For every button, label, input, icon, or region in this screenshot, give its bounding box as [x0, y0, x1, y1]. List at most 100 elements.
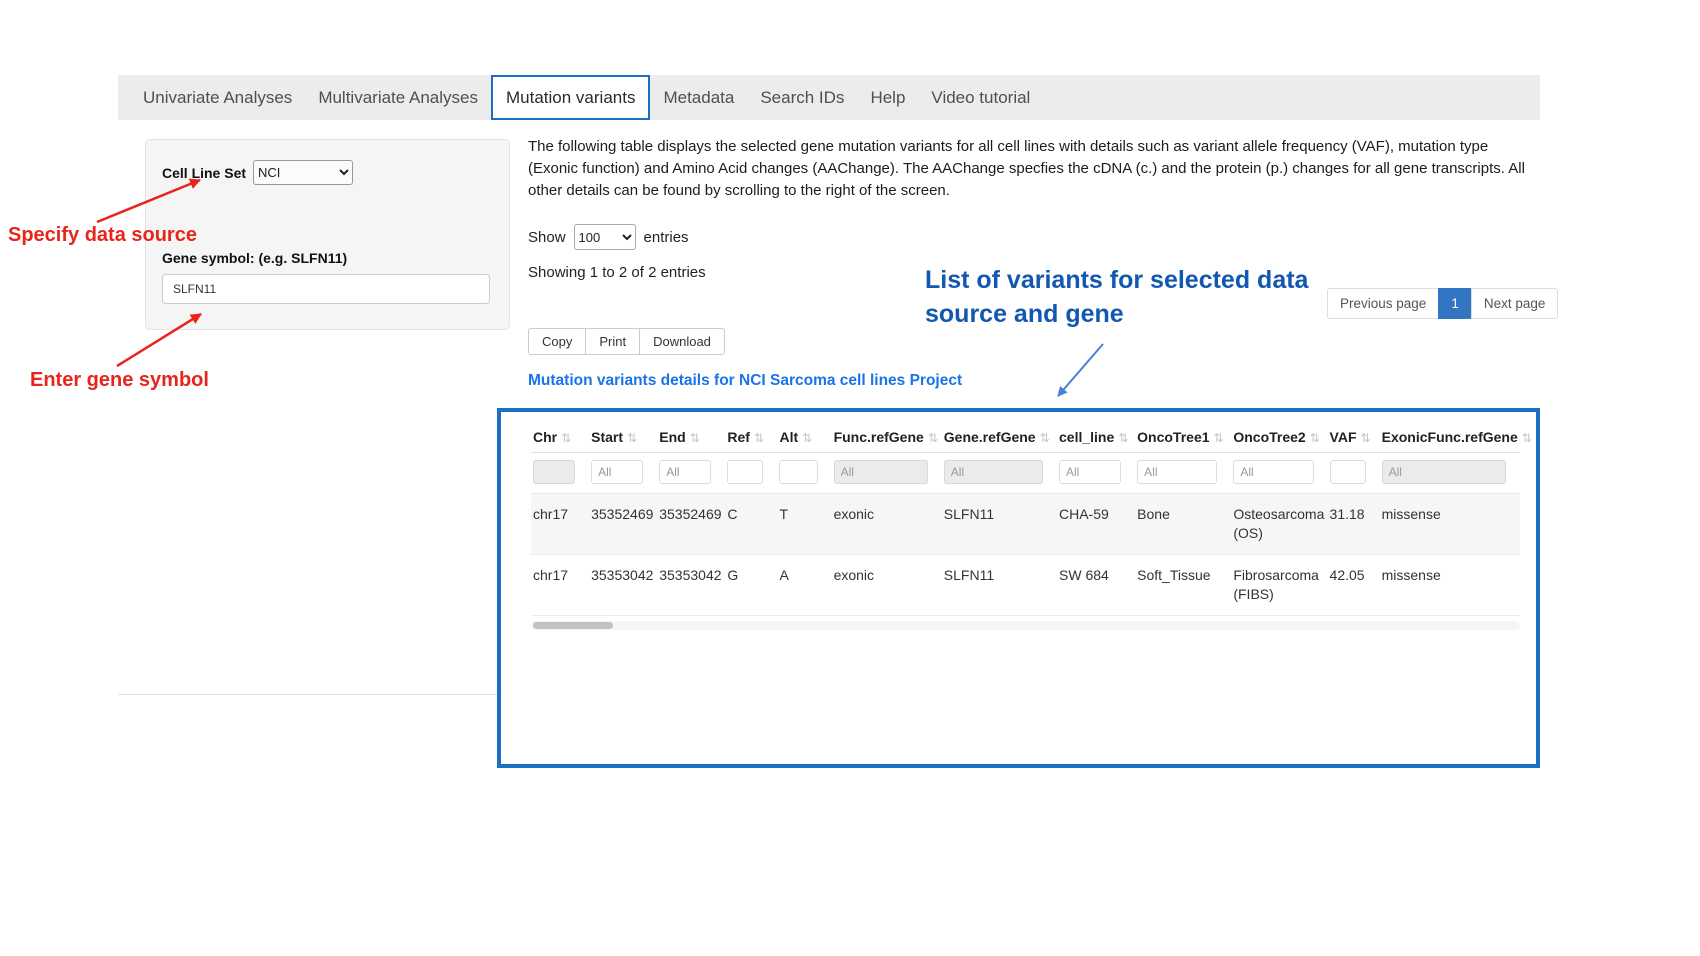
column-header-oncotree2[interactable]: OncoTree2 ⇅ — [1231, 422, 1327, 453]
page: Univariate AnalysesMultivariate Analyses… — [0, 0, 1700, 956]
column-header-alt[interactable]: Alt⇅ — [777, 422, 831, 453]
column-header-oncotree1[interactable]: OncoTree1⇅ — [1135, 422, 1231, 453]
filter-cell — [1057, 453, 1135, 494]
column-label: cell_line — [1059, 429, 1114, 445]
show-entries-control: Show 100 entries — [528, 224, 689, 250]
show-label: Show — [528, 229, 566, 246]
filter-end[interactable] — [659, 460, 711, 484]
column-header-start[interactable]: Start ⇅ — [589, 422, 657, 453]
column-header-end[interactable]: End ⇅ — [657, 422, 725, 453]
sort-icon[interactable]: ⇅ — [627, 431, 637, 445]
filter-start[interactable] — [591, 460, 643, 484]
filter-cell — [531, 453, 589, 494]
sort-icon[interactable]: ⇅ — [561, 431, 571, 445]
cell-line-set-label: Cell Line Set — [162, 165, 246, 181]
sort-icon[interactable]: ⇅ — [1522, 431, 1532, 445]
filter-func-refgene[interactable] — [834, 460, 928, 484]
filter-oncotree2[interactable] — [1233, 460, 1313, 484]
tab-univariate-analyses[interactable]: Univariate Analyses — [130, 75, 305, 120]
showing-info: Showing 1 to 2 of 2 entries — [528, 264, 706, 281]
horizontal-scrollbar[interactable] — [531, 621, 1520, 630]
cell-gene-refgene: SLFN11 — [942, 555, 1057, 616]
column-header-exonicfunc-refgene[interactable]: ExonicFunc.refGene⇅ — [1380, 422, 1520, 453]
cell-alt: T — [777, 494, 831, 555]
column-label: Start — [591, 429, 623, 445]
gene-symbol-input[interactable] — [162, 274, 490, 304]
column-label: Gene.refGene — [944, 429, 1036, 445]
sort-icon[interactable]: ⇅ — [802, 431, 812, 445]
sort-icon[interactable]: ⇅ — [1040, 431, 1050, 445]
cell-line-set-row: Cell Line Set NCI — [162, 160, 493, 185]
sort-icon[interactable]: ⇅ — [754, 431, 764, 445]
column-header-chr[interactable]: Chr ⇅ — [531, 422, 589, 453]
gene-symbol-label: Gene symbol: (e.g. SLFN11) — [162, 250, 493, 266]
sort-icon[interactable]: ⇅ — [1310, 431, 1320, 445]
column-header-cell-line[interactable]: cell_line ⇅ — [1057, 422, 1135, 453]
query-panel: Cell Line Set NCI Gene symbol: (e.g. SLF… — [145, 139, 510, 330]
column-label: OncoTree2 — [1233, 429, 1305, 445]
table-row: chr173535304235353042GAexonicSLFN11SW 68… — [531, 555, 1520, 616]
previous-page-button[interactable]: Previous page — [1327, 288, 1439, 319]
cell-start: 35353042 — [589, 555, 657, 616]
tab-metadata[interactable]: Metadata — [650, 75, 747, 120]
copy-button[interactable]: Copy — [528, 328, 586, 355]
cell-line-set-select[interactable]: NCI — [253, 160, 353, 185]
filter-vaf[interactable] — [1330, 460, 1366, 484]
filter-cell — [657, 453, 725, 494]
cell-alt: A — [777, 555, 831, 616]
column-label: Ref — [727, 429, 750, 445]
filter-cell — [1328, 453, 1380, 494]
sort-icon[interactable]: ⇅ — [928, 431, 938, 445]
variants-table: Chr⇅Start⇅End⇅Ref⇅Alt⇅Func.refGene⇅Gene.… — [531, 422, 1520, 616]
cell-func-refgene: exonic — [832, 555, 942, 616]
tab-search-ids[interactable]: Search IDs — [747, 75, 857, 120]
filter-exonicfunc-refgene[interactable] — [1382, 460, 1506, 484]
sort-icon[interactable]: ⇅ — [1118, 431, 1128, 445]
cell-oncotree1: Soft_Tissue — [1135, 555, 1231, 616]
scrollbar-thumb[interactable] — [533, 622, 613, 629]
column-header-vaf[interactable]: VAF⇅ — [1328, 422, 1380, 453]
cell-vaf: 42.05 — [1328, 555, 1380, 616]
entries-select[interactable]: 100 — [574, 224, 636, 250]
tab-help[interactable]: Help — [857, 75, 918, 120]
cell-cell-line: CHA-59 — [1057, 494, 1135, 555]
main-nav: Univariate AnalysesMultivariate Analyses… — [118, 75, 1540, 120]
column-header-gene-refgene[interactable]: Gene.refGene ⇅ — [942, 422, 1057, 453]
filter-oncotree1[interactable] — [1137, 460, 1217, 484]
annotation-enter-gene-symbol: Enter gene symbol — [30, 369, 209, 392]
next-page-button[interactable]: Next page — [1471, 288, 1559, 319]
filter-alt[interactable] — [779, 460, 817, 484]
export-buttons: CopyPrintDownload — [528, 328, 725, 355]
filter-cell — [1135, 453, 1231, 494]
print-button[interactable]: Print — [585, 328, 640, 355]
pagination: Previous page 1 Next page — [1327, 288, 1558, 319]
cell-chr: chr17 — [531, 494, 589, 555]
cell-ref: G — [725, 555, 777, 616]
column-header-func-refgene[interactable]: Func.refGene⇅ — [832, 422, 942, 453]
column-label: Chr — [533, 429, 557, 445]
column-label: End — [659, 429, 685, 445]
cell-start: 35352469 — [589, 494, 657, 555]
tab-mutation-variants[interactable]: Mutation variants — [491, 75, 650, 120]
column-header-ref[interactable]: Ref ⇅ — [725, 422, 777, 453]
annotation-specify-data-source: Specify data source — [8, 224, 197, 247]
cell-vaf: 31.18 — [1328, 494, 1380, 555]
header-row: Chr⇅Start⇅End⇅Ref⇅Alt⇅Func.refGene⇅Gene.… — [531, 422, 1520, 453]
filter-cell-line[interactable] — [1059, 460, 1121, 484]
filter-ref[interactable] — [727, 460, 763, 484]
filter-gene-refgene[interactable] — [944, 460, 1043, 484]
sort-icon[interactable]: ⇅ — [690, 431, 700, 445]
arrow-to-variants-table — [1058, 344, 1103, 396]
sort-icon[interactable]: ⇅ — [1361, 431, 1371, 445]
download-button[interactable]: Download — [639, 328, 725, 355]
filter-cell — [942, 453, 1057, 494]
tab-multivariate-analyses[interactable]: Multivariate Analyses — [305, 75, 491, 120]
page-1-button[interactable]: 1 — [1438, 288, 1472, 319]
entries-label: entries — [644, 229, 689, 246]
annotation-variants-line1: List of variants for selected data — [925, 263, 1308, 297]
filter-cell — [832, 453, 942, 494]
tab-video-tutorial[interactable]: Video tutorial — [918, 75, 1043, 120]
filter-chr[interactable] — [533, 460, 575, 484]
table-title-link[interactable]: Mutation variants details for NCI Sarcom… — [528, 372, 962, 390]
sort-icon[interactable]: ⇅ — [1214, 431, 1224, 445]
